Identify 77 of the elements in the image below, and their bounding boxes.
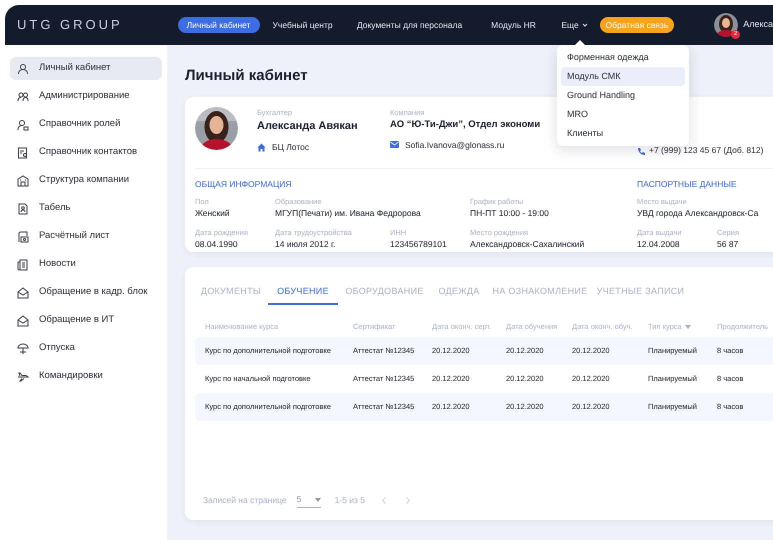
- office-text: БЦ Лотос: [272, 140, 310, 154]
- tab[interactable]: ОБУЧЕНИЕ: [268, 281, 338, 305]
- field-value: МГУП(Печати) им. Ивана Федророва: [275, 207, 421, 220]
- field-value: 56 87: [717, 238, 738, 251]
- email-text: Sofia.Ivanova@glonass.ru: [405, 138, 504, 152]
- pagination-label: Записей на странице: [203, 494, 287, 506]
- envelope-icon: [17, 286, 29, 298]
- contact-card-icon: [17, 146, 29, 158]
- sidebar-item[interactable]: Табель: [10, 197, 162, 220]
- sidebar-item[interactable]: Новости: [10, 253, 162, 276]
- section-title: ОБЩАЯ ИНФОРМАЦИЯ: [195, 178, 293, 191]
- more-menu-button[interactable]: Еще: [554, 17, 596, 33]
- field-value: УВД города Александровск-Са: [637, 207, 758, 220]
- field-value: 14 июля 2012 г.: [275, 238, 336, 251]
- sidebar-item[interactable]: Справочник контактов: [10, 141, 162, 164]
- caret-icon: [582, 23, 588, 27]
- sidebar-item[interactable]: Обращение в кадр. блок: [10, 281, 162, 304]
- document-icon: [17, 202, 29, 214]
- logo: UTG GROUP: [16, 16, 124, 34]
- nav-link[interactable]: Модуль HR: [478, 17, 550, 33]
- sidebar-label: Справочник контактов: [39, 145, 138, 160]
- sidebar-label: Обращение в кадр. блок: [39, 285, 148, 300]
- sidebar-item[interactable]: Администрирование: [10, 85, 162, 108]
- sidebar-label: Новости: [39, 257, 76, 272]
- user-name: Алекса: [743, 18, 773, 32]
- phone-text: +7 (999) 123 45 67 (Доб. 812): [649, 144, 764, 157]
- chevron-left-icon: [382, 496, 386, 504]
- sidebar-label: Отпуска: [39, 341, 75, 356]
- sidebar-label: Личный кабинет: [39, 61, 110, 76]
- sidebar-label: Администрирование: [39, 89, 130, 104]
- nav-link[interactable]: Учебный центр: [264, 17, 342, 33]
- employee-name: Александа Авякан: [257, 119, 359, 134]
- building-icon: [17, 174, 29, 186]
- sidebar-item[interactable]: Отпуска: [10, 337, 162, 360]
- caret-icon: [314, 498, 321, 502]
- menu-item[interactable]: Форменная одежда: [561, 48, 685, 67]
- sort-icon: [684, 325, 691, 329]
- sidebar-label: Табель: [39, 201, 70, 216]
- sidebar-label: Расчётный лист: [39, 229, 110, 244]
- chevron-right-icon: [406, 496, 410, 504]
- people-icon: [17, 90, 29, 102]
- sidebar-item[interactable]: Расчётный лист: [10, 225, 162, 248]
- sidebar-item[interactable]: Обращение в ИТ: [10, 309, 162, 332]
- company-name: АО “Ю-Ти-Джи”, Отдел экономи: [390, 118, 540, 132]
- umbrella-icon: [17, 342, 29, 354]
- sidebar-item[interactable]: Личный кабинет: [10, 57, 162, 80]
- envelope-icon: [17, 314, 29, 326]
- plane-icon: [17, 370, 29, 382]
- sidebar-item[interactable]: Командировки: [10, 365, 162, 388]
- menu-item[interactable]: Клиенты: [561, 124, 685, 143]
- field-value: 12.04.2008: [637, 238, 680, 251]
- mail-icon: [390, 141, 399, 148]
- section-title: ПАСПОРТНЫЕ ДАННЫЕ: [637, 178, 738, 191]
- nav-link[interactable]: Документы для персонала: [346, 17, 474, 33]
- phone-icon: [637, 146, 645, 155]
- nav-link[interactable]: Личный кабинет: [178, 17, 260, 33]
- menu-item[interactable]: MRO: [561, 105, 685, 124]
- sidebar-item[interactable]: Структура компании: [10, 169, 162, 192]
- person-badge-icon: [17, 118, 29, 130]
- menu-item[interactable]: Ground Handling: [561, 86, 685, 105]
- home-icon: [257, 142, 266, 152]
- field-value: Женский: [195, 207, 230, 220]
- field-value: 08.04.1990: [195, 238, 238, 251]
- sidebar-label: Справочник ролей: [39, 117, 120, 132]
- menu-item[interactable]: Модуль СМК: [561, 67, 685, 86]
- sidebar-label: Обращение в ИТ: [39, 313, 114, 328]
- receipt-icon: [17, 230, 29, 242]
- person-icon: [17, 62, 29, 74]
- page-range: 1-5 из 5: [334, 494, 366, 506]
- field-value: 123456789101: [390, 238, 447, 251]
- sidebar-item[interactable]: Справочник ролей: [10, 113, 162, 136]
- field-value: Александровск-Сахалинский: [470, 238, 584, 251]
- page-title: Личный кабинет: [185, 66, 308, 86]
- field-value: ПН-ПТ 10:00 - 19:00: [470, 207, 549, 220]
- sidebar-label: Структура компании: [39, 173, 130, 188]
- sidebar-label: Командировки: [39, 369, 103, 384]
- news-icon: [17, 258, 29, 270]
